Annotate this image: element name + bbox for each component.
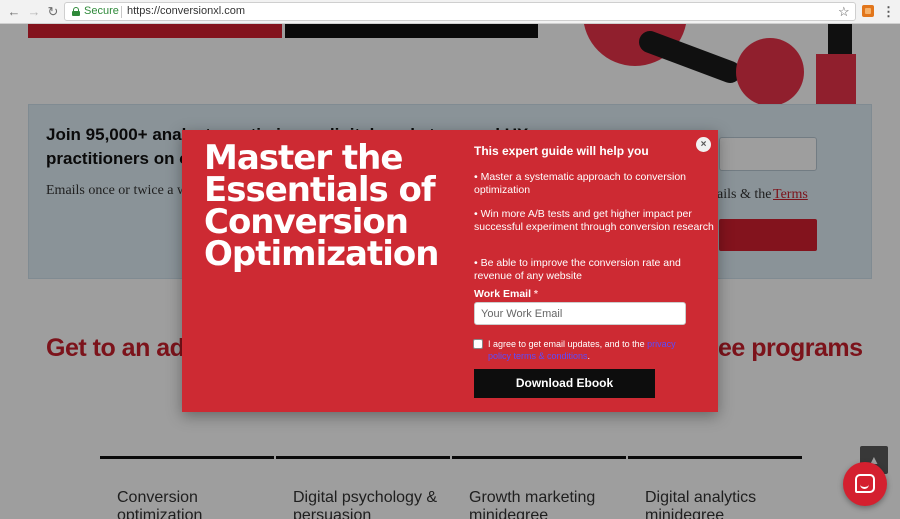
url-text[interactable]: https://conversionxl.com	[127, 5, 245, 17]
chat-launcher-button[interactable]	[843, 462, 887, 506]
menu-icon[interactable]: ⋮	[882, 3, 895, 20]
consent-text-end: .	[587, 351, 591, 361]
email-label: Work Email *	[474, 288, 538, 300]
secure-label: Secure	[84, 5, 119, 17]
work-email-input[interactable]	[474, 302, 686, 325]
url-separator	[121, 6, 122, 18]
required-mark: *	[533, 288, 539, 300]
ebook-popup: Master the Essentials of Conversion Opti…	[182, 130, 718, 412]
email-label-text: Work Email	[474, 288, 531, 300]
download-ebook-button[interactable]: Download Ebook	[474, 369, 655, 398]
benefit-bullet: • Be able to improve the conversion rate…	[474, 257, 681, 282]
guide-heading: This expert guide will help you	[474, 144, 649, 158]
back-icon[interactable]: ←	[6, 3, 22, 20]
popup-title: Master the Essentials of Conversion Opti…	[204, 138, 439, 274]
benefit-bullet: • Master a systematic approach to conver…	[474, 171, 687, 196]
star-icon[interactable]: ☆	[838, 3, 850, 20]
benefit-bullet: • Win more A/B tests and get higher impa…	[474, 208, 714, 233]
extension-icon[interactable]	[862, 5, 874, 17]
chat-icon	[855, 474, 875, 493]
consent-checkbox[interactable]	[473, 339, 483, 349]
address-bar[interactable]: Secure https://conversionxl.com	[64, 2, 856, 21]
forward-icon[interactable]: →	[26, 3, 42, 20]
consent-text: I agree to get email updates, and to the…	[488, 338, 688, 362]
consent-text-body: I agree to get email updates, and to the	[488, 339, 645, 349]
reload-icon[interactable]: ↻	[45, 3, 61, 20]
lock-icon	[72, 7, 80, 16]
browser-toolbar: ← → ↻ Secure https://conversionxl.com ☆ …	[0, 0, 900, 24]
